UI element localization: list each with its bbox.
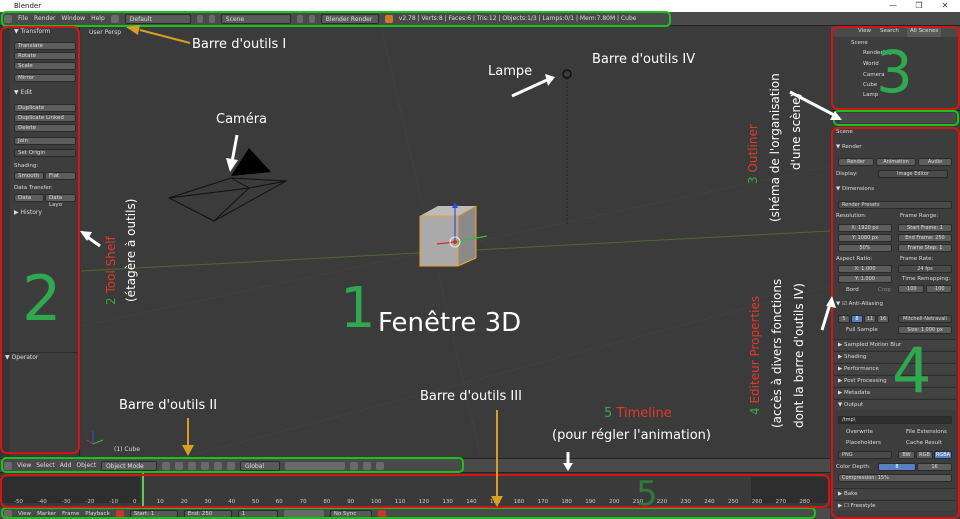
annotation-toolshelf-desc: (étagère à outils) [124, 198, 138, 302]
annotation-viewport-label: Fenêtre 3D [378, 308, 522, 338]
annotation-outliner-title: 3 Outliner [746, 124, 760, 184]
annotation-properties-desc-2: dont la barre d'outils IV) [792, 283, 806, 428]
annotation-camera: Caméra [216, 112, 268, 127]
annotation-big-5: 5 [636, 474, 658, 514]
annotation-big-4: 4 [892, 334, 932, 407]
annotation-toolbar-1: Barre d'outils I [192, 37, 287, 52]
annotation-toolbar-4: Barre d'outils IV [592, 52, 696, 67]
annotation-lamp: Lampe [488, 64, 533, 79]
annotation-toolbar-3: Barre d'outils III [420, 389, 522, 404]
annotation-timeline-title: 5 Timeline [604, 406, 672, 421]
annotation-outliner-desc-2: d'une scène) [789, 92, 803, 170]
annotation-big-3: 3 [876, 38, 913, 106]
annotation-toolbar-2: Barre d'outils II [119, 398, 218, 413]
annotation-toolshelf-title: 2 Tool Shelf [104, 236, 118, 305]
annotation-arrows [80, 25, 842, 507]
annotation-properties-title: 4 Editeur Properties [748, 295, 762, 415]
annotation-properties-desc-1: (accès à divers fonctions [770, 278, 784, 428]
annotation-timeline-desc: (pour régler l'animation) [552, 428, 711, 443]
annotation-outliner-desc-1: (shéma de l'organisation [768, 73, 782, 222]
annotation-viewport-number: 1 [340, 276, 376, 341]
annotation-big-2: 2 [22, 262, 62, 335]
